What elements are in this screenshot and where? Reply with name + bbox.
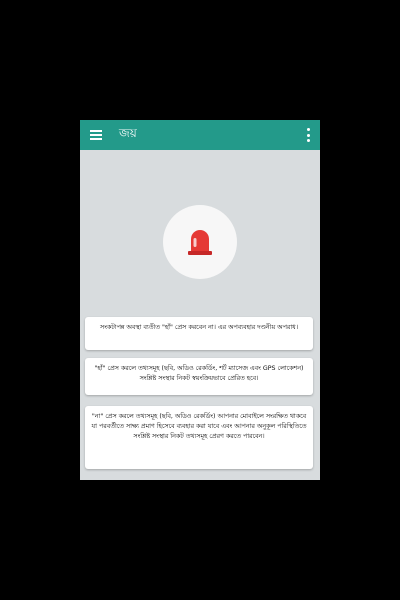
yes-info-text: "হাঁ" প্রেস করলে তথ্যসমূহ (ছবি, অডিও রেক…: [94, 365, 304, 382]
phone-screen: জয় সংকটাপন্ন অবস্থা ব্যতীত "হাঁ" প্রেস …: [80, 120, 320, 480]
hamburger-menu-icon[interactable]: [90, 130, 102, 140]
no-info-text: "না" প্রেস করলে তথ্যসমূহ (ছবি, অডিও রেকর…: [91, 413, 307, 440]
more-vert-icon[interactable]: [307, 128, 310, 142]
siren-button[interactable]: [163, 205, 237, 279]
app-bar: জয়: [80, 120, 320, 150]
warning-text: সংকটাপন্ন অবস্থা ব্যতীত "হাঁ" প্রেস করবে…: [100, 324, 298, 331]
warning-card: সংকটাপন্ন অবস্থা ব্যতীত "হাঁ" প্রেস করবে…: [85, 317, 313, 350]
no-info-card: "না" প্রেস করলে তথ্যসমূহ (ছবি, অডিও রেকর…: [85, 406, 313, 469]
yes-info-card: "হাঁ" প্রেস করলে তথ্যসমূহ (ছবি, অডিও রেক…: [85, 358, 313, 395]
red-siren-alarm-icon: [188, 230, 212, 255]
app-title: জয়: [119, 126, 137, 140]
